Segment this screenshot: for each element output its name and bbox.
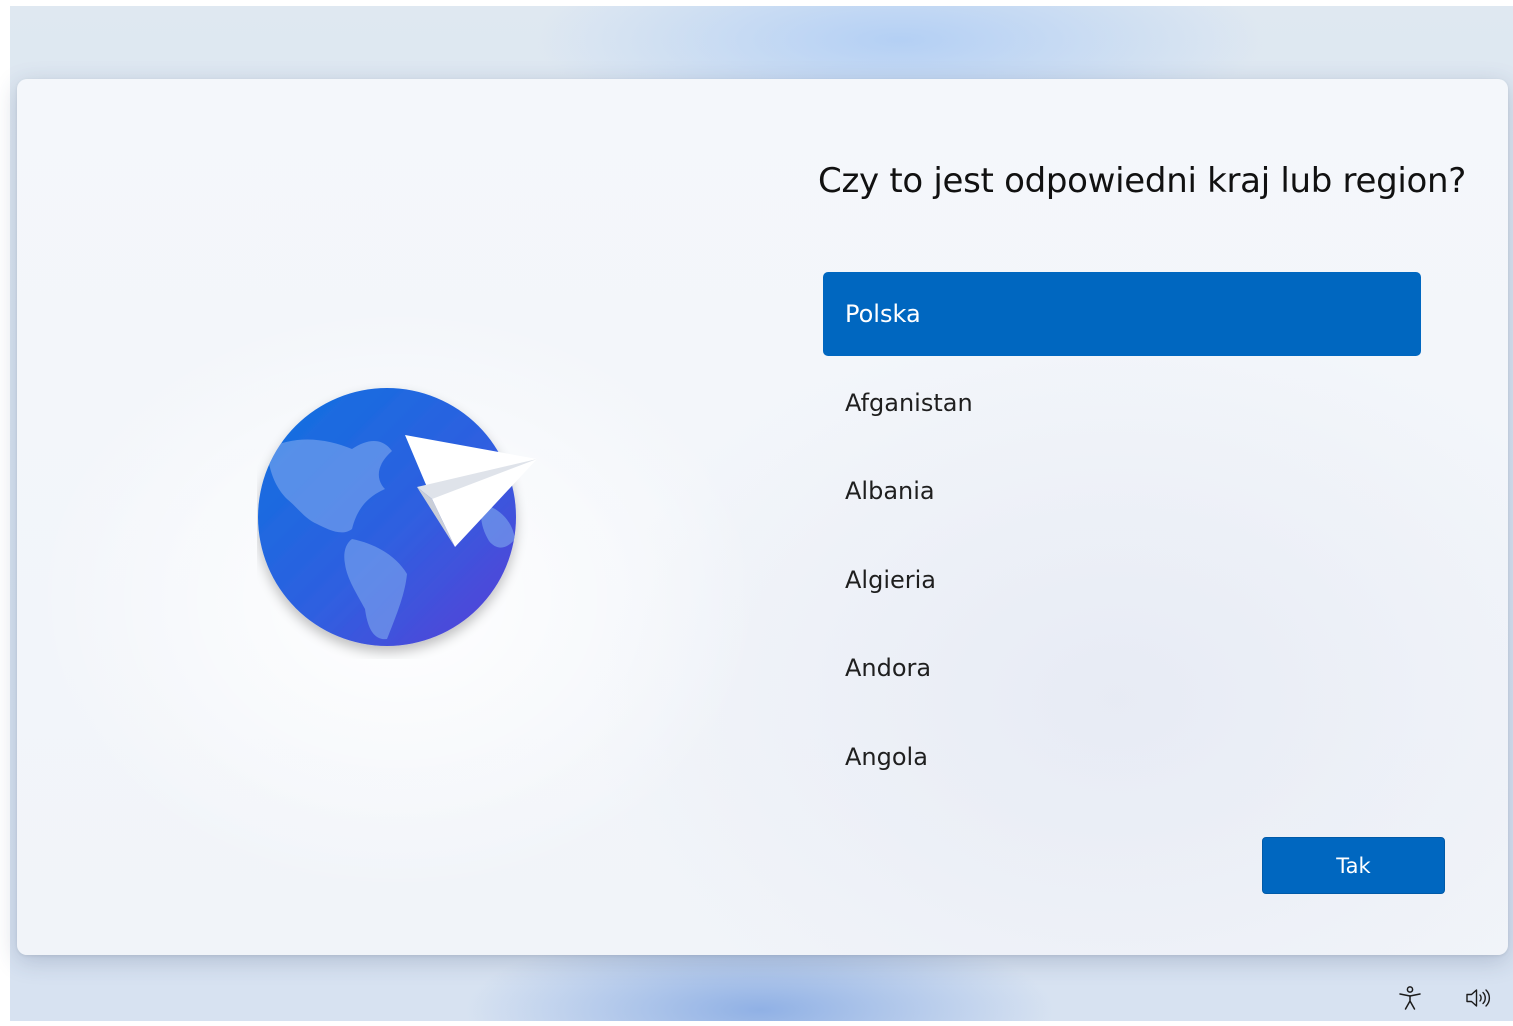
region-item-algieria[interactable]: Algieria (823, 538, 1421, 622)
region-item-label: Angola (845, 742, 928, 771)
globe-paper-plane-icon (258, 388, 537, 646)
region-item-label: Algieria (845, 565, 936, 594)
region-item-angola[interactable]: Angola (823, 715, 1421, 799)
accessibility-icon-glyph (1399, 986, 1421, 1010)
region-item-polska[interactable]: Polska (823, 272, 1421, 356)
region-item-label: Afganistan (845, 388, 973, 417)
region-list[interactable]: Polska Afganistan Albania Algieria Andor… (823, 272, 1421, 804)
screen-frame-left (0, 0, 10, 1026)
region-item-label: Albania (845, 477, 935, 506)
volume-icon[interactable] (1464, 984, 1492, 1012)
volume-icon-glyph (1466, 989, 1491, 1007)
page-title: Czy to jest odpowiedni kraj lub region? (818, 161, 1467, 201)
screen-frame-top (0, 0, 1513, 6)
region-item-label: Andora (845, 654, 932, 683)
region-item-afganistan[interactable]: Afganistan (823, 361, 1421, 445)
confirm-button-label: Tak (1336, 853, 1371, 878)
region-item-andora[interactable]: Andora (823, 626, 1421, 710)
region-item-label: Polska (845, 300, 921, 328)
screen-frame-bottom (0, 1021, 1513, 1026)
region-item-albania[interactable]: Albania (823, 449, 1421, 533)
globe-illustration (257, 379, 557, 659)
setup-card: Czy to jest odpowiedni kraj lub region? … (17, 79, 1508, 955)
confirm-button[interactable]: Tak (1262, 837, 1445, 894)
accessibility-icon[interactable] (1396, 984, 1424, 1012)
